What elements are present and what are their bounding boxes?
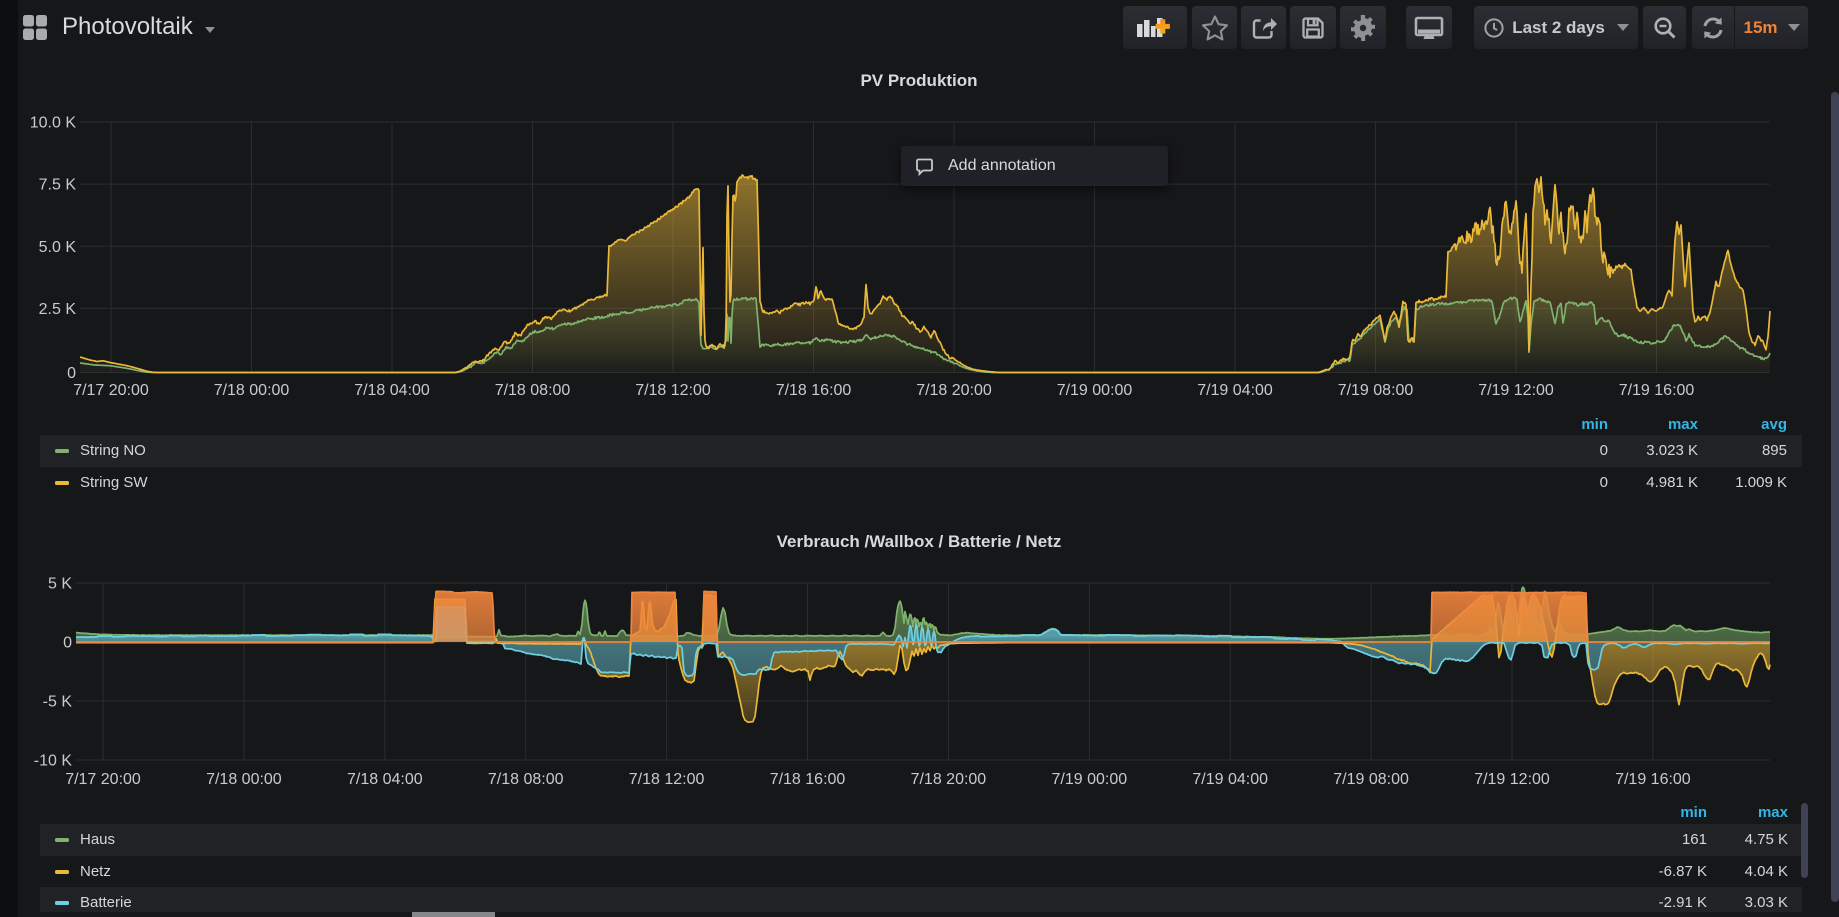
svg-text:7/18 00:00: 7/18 00:00: [206, 771, 282, 788]
svg-text:-10 K: -10 K: [34, 753, 73, 770]
svg-text:7/18 16:00: 7/18 16:00: [770, 771, 846, 788]
svg-text:7/19 16:00: 7/19 16:00: [1619, 382, 1695, 399]
svg-text:7/17 20:00: 7/17 20:00: [65, 771, 141, 788]
svg-text:7/19 08:00: 7/19 08:00: [1333, 771, 1409, 788]
svg-text:7/19 16:00: 7/19 16:00: [1615, 771, 1691, 788]
svg-text:7.5 K: 7.5 K: [39, 177, 77, 194]
svg-text:7/18 08:00: 7/18 08:00: [488, 771, 564, 788]
svg-text:7/19 12:00: 7/19 12:00: [1474, 771, 1550, 788]
svg-text:7/19 04:00: 7/19 04:00: [1192, 771, 1268, 788]
svg-text:7/18 20:00: 7/18 20:00: [916, 382, 992, 399]
svg-text:7/18 20:00: 7/18 20:00: [911, 771, 987, 788]
svg-text:7/18 04:00: 7/18 04:00: [354, 382, 430, 399]
svg-text:7/18 12:00: 7/18 12:00: [635, 382, 711, 399]
svg-text:7/19 04:00: 7/19 04:00: [1197, 382, 1273, 399]
svg-text:5.0 K: 5.0 K: [39, 239, 77, 256]
svg-text:7/18 04:00: 7/18 04:00: [347, 771, 423, 788]
svg-text:7/18 16:00: 7/18 16:00: [776, 382, 852, 399]
svg-text:7/19 00:00: 7/19 00:00: [1057, 382, 1133, 399]
svg-text:0: 0: [67, 365, 76, 382]
svg-text:0: 0: [63, 635, 72, 652]
svg-text:7/19 08:00: 7/19 08:00: [1338, 382, 1414, 399]
svg-text:PV Produktion: PV Produktion: [860, 71, 977, 90]
svg-text:7/18 12:00: 7/18 12:00: [629, 771, 705, 788]
svg-text:5 K: 5 K: [48, 576, 72, 593]
svg-text:7/19 00:00: 7/19 00:00: [1051, 771, 1127, 788]
svg-text:10.0 K: 10.0 K: [30, 115, 77, 132]
svg-text:7/19 12:00: 7/19 12:00: [1478, 382, 1554, 399]
svg-text:-5 K: -5 K: [43, 694, 73, 711]
svg-text:7/17 20:00: 7/17 20:00: [73, 382, 149, 399]
svg-text:Verbrauch /Wallbox / Batterie: Verbrauch /Wallbox / Batterie / Netz: [777, 532, 1062, 551]
svg-text:2.5 K: 2.5 K: [39, 301, 77, 318]
svg-text:7/18 08:00: 7/18 08:00: [495, 382, 571, 399]
svg-text:7/18 00:00: 7/18 00:00: [214, 382, 290, 399]
